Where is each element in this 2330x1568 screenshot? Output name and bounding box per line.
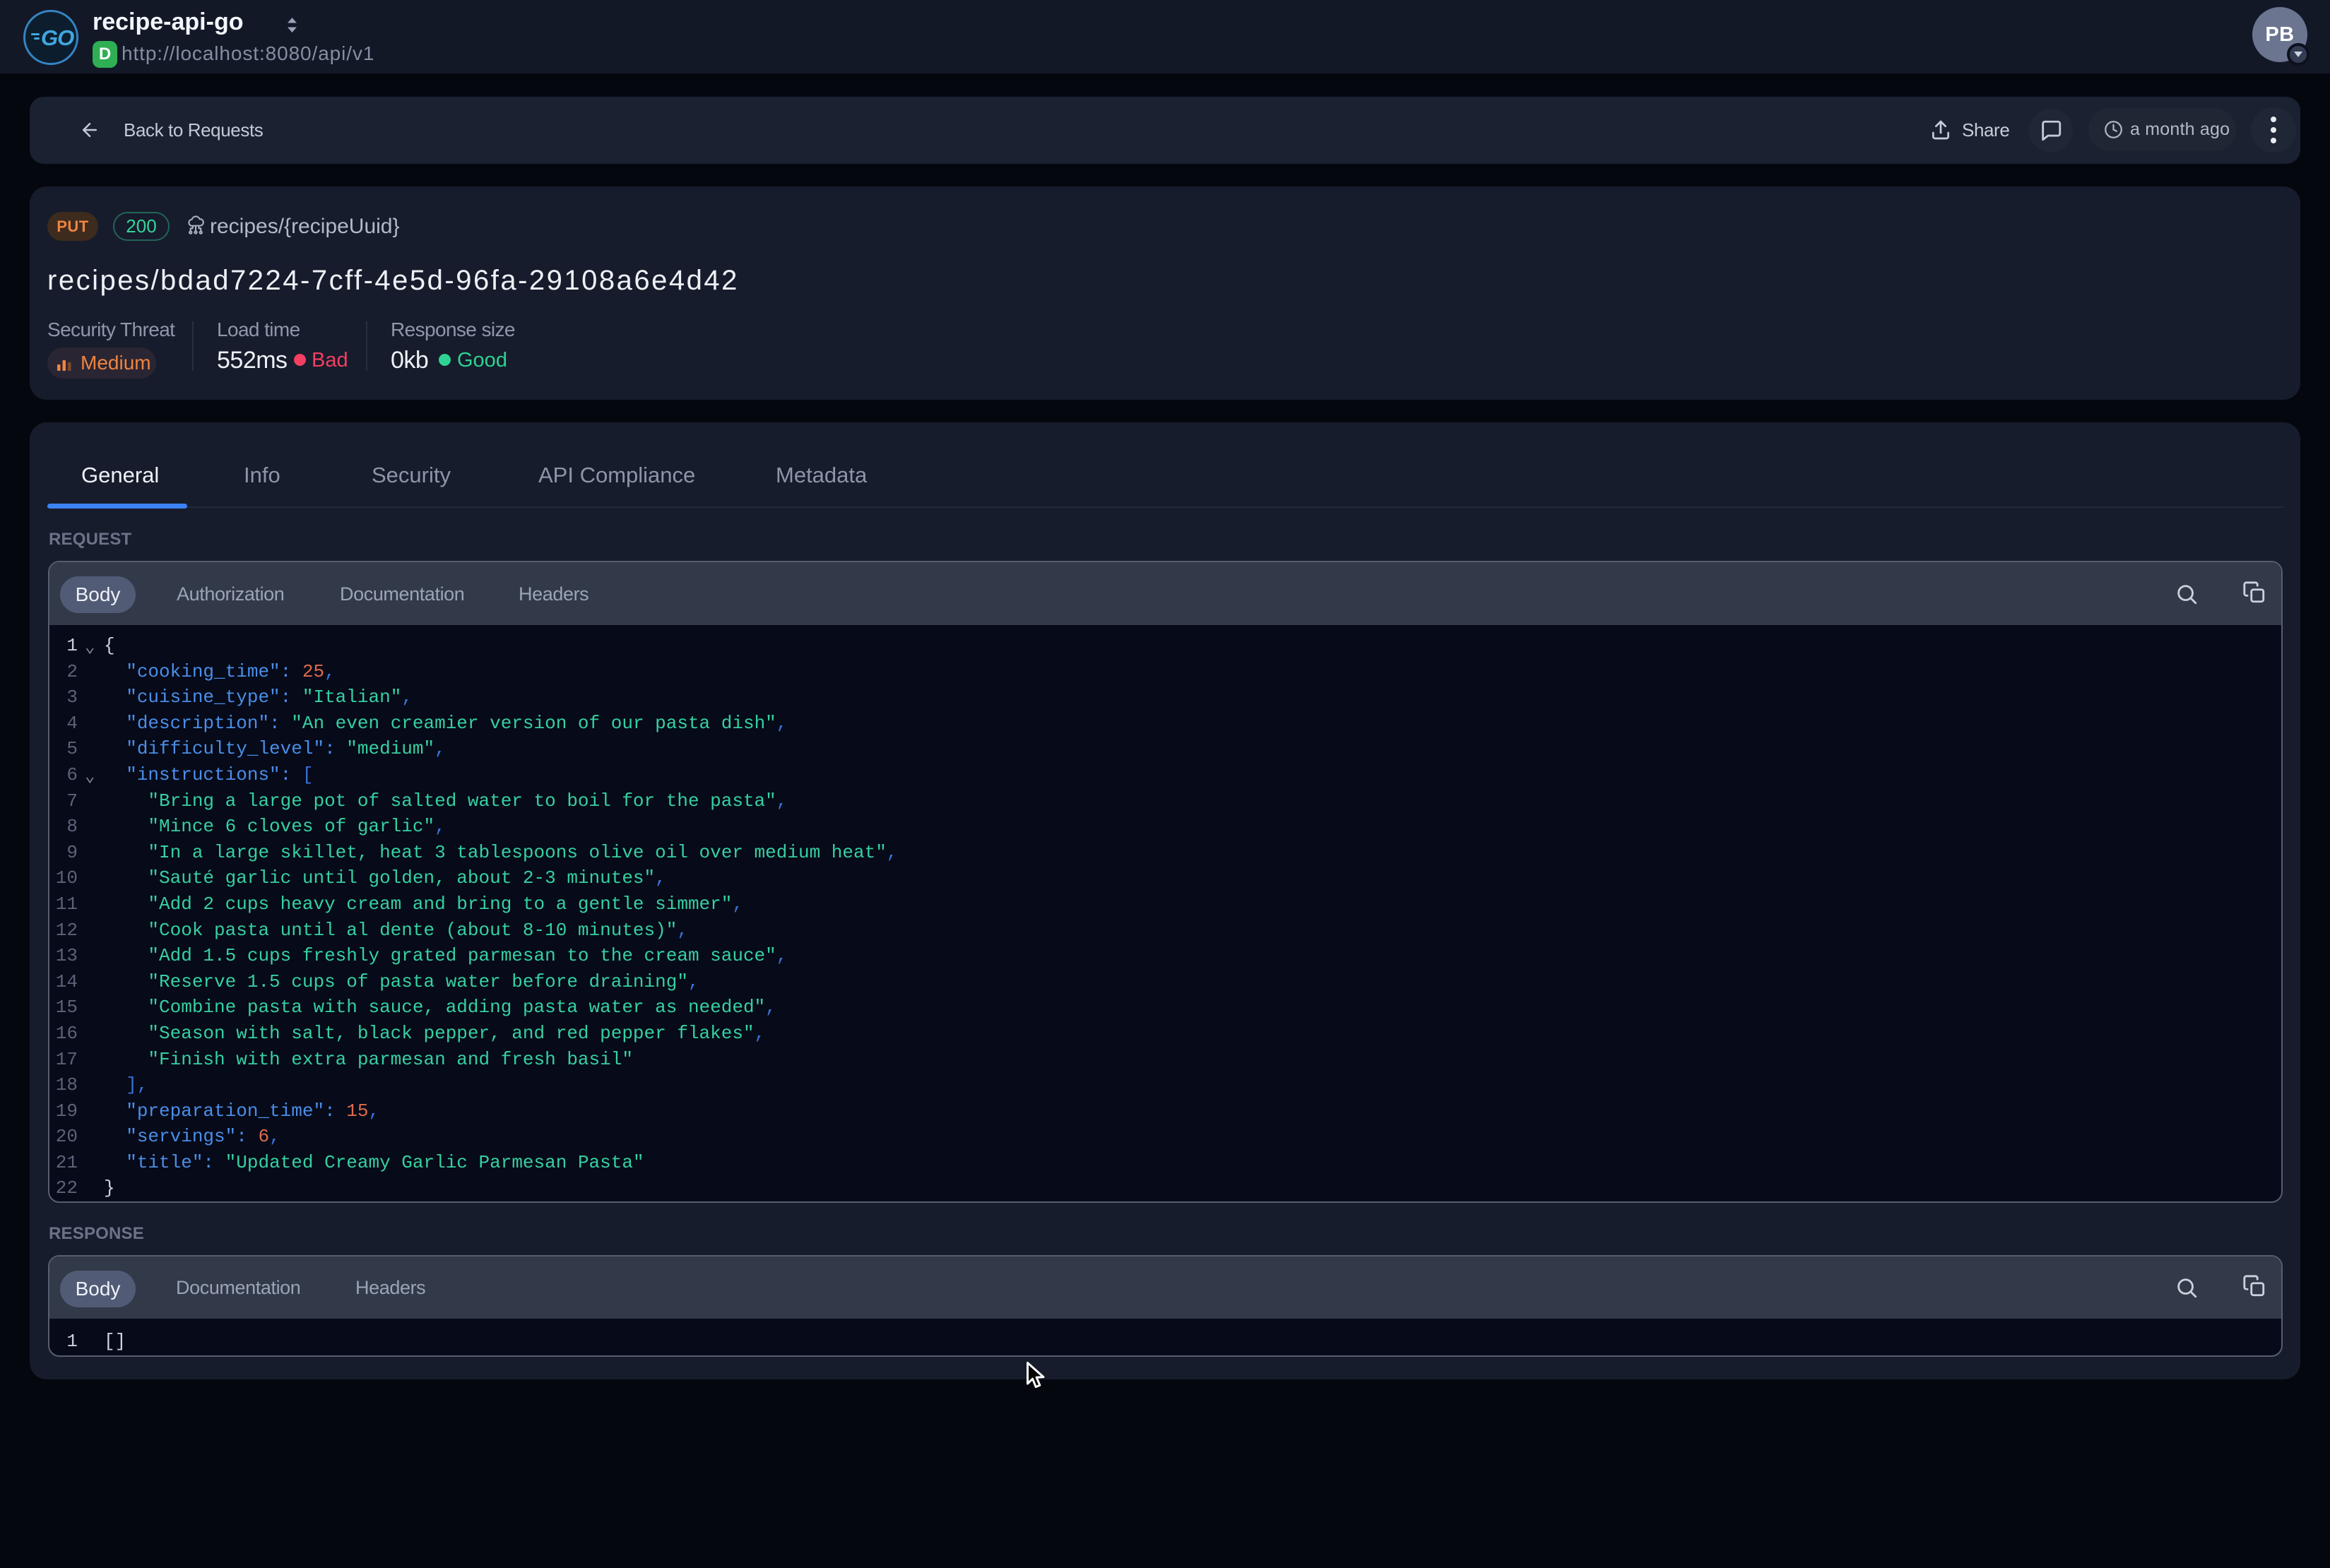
svg-text:GO: GO — [41, 25, 74, 50]
